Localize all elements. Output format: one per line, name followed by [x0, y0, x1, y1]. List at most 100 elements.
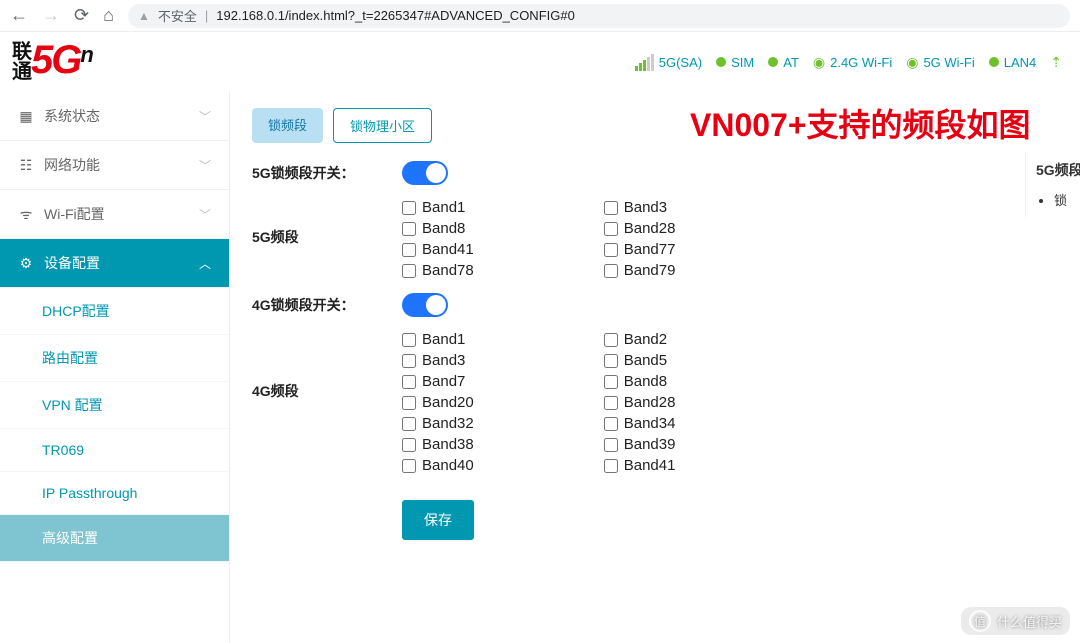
checkbox-input[interactable] [402, 354, 416, 368]
band-checkbox[interactable]: Band41 [402, 241, 474, 258]
sidebar-sub-ip-passthrough[interactable]: IP Passthrough [0, 472, 229, 515]
sidebar: ▦系统状态 ﹀ ☷网络功能 ﹀ ᯤWi-Fi配置 ﹀ ⚙设备配置 ︿ DHCP配… [0, 92, 230, 643]
chevron-down-icon: ﹀ [199, 108, 211, 125]
wifi-icon: ᯤ [18, 206, 34, 222]
sidebar-sub-advanced[interactable]: 高级配置 [0, 515, 229, 562]
checkbox-input[interactable] [604, 459, 618, 473]
back-icon[interactable]: ← [10, 5, 28, 26]
checkbox-input[interactable] [402, 243, 416, 257]
band-checkbox[interactable]: Band28 [604, 394, 676, 411]
band-checkbox[interactable]: Band39 [604, 436, 676, 453]
band-label: Band28 [624, 220, 676, 237]
wifi-icon: ◉ [906, 54, 918, 71]
sidebar-item-device-config[interactable]: ⚙设备配置 ︿ [0, 239, 229, 288]
band-checkbox[interactable]: Band3 [402, 352, 474, 369]
chevron-up-icon: ︿ [199, 255, 211, 272]
checkbox-input[interactable] [402, 264, 416, 278]
checkbox-input[interactable] [604, 222, 618, 236]
forward-icon[interactable]: → [42, 5, 60, 26]
band-checkbox[interactable]: Band77 [604, 241, 676, 258]
checkbox-input[interactable] [402, 201, 416, 215]
status-wifi5: ◉5G Wi-Fi [906, 54, 975, 71]
band-label: Band20 [422, 394, 474, 411]
band-label: Band32 [422, 415, 474, 432]
band-label: Band3 [624, 199, 667, 216]
band-label: Band8 [422, 220, 465, 237]
row-5g-bands: 5G频段 Band1Band8Band41Band78 Band3Band28B… [252, 199, 1058, 279]
watermark-text: 什么值得买 [997, 612, 1062, 631]
band-checkbox[interactable]: Band1 [402, 199, 474, 216]
home-icon[interactable]: ⌂ [103, 5, 114, 26]
status-sim-label: SIM [731, 55, 754, 70]
band-checkbox[interactable]: Band8 [604, 373, 676, 390]
checkbox-input[interactable] [604, 201, 618, 215]
status-lan-label: LAN4 [1004, 55, 1037, 70]
logo-5g-text: 5G [31, 42, 80, 78]
checkbox-input[interactable] [402, 459, 416, 473]
band-checkbox[interactable]: Band40 [402, 457, 474, 474]
checkbox-input[interactable] [604, 417, 618, 431]
tab-lock-band[interactable]: 锁频段 [252, 108, 323, 143]
checkbox-input[interactable] [604, 243, 618, 257]
logo: 联 通 5G n [12, 42, 94, 82]
dot-icon [768, 57, 778, 67]
sidebar-sub-tr069[interactable]: TR069 [0, 429, 229, 472]
band-label: Band41 [624, 457, 676, 474]
band-checkbox[interactable]: Band79 [604, 262, 676, 279]
sidebar-item-system-status[interactable]: ▦系统状态 ﹀ [0, 92, 229, 141]
checkbox-input[interactable] [402, 222, 416, 236]
side-info-heading: 5G频段 [1036, 160, 1080, 180]
toggle-5g-lock[interactable] [402, 161, 448, 185]
band-checkbox[interactable]: Band28 [604, 220, 676, 237]
band-label: Band8 [624, 373, 667, 390]
checkbox-input[interactable] [402, 396, 416, 410]
band-label: Band7 [422, 373, 465, 390]
sidebar-item-label: 网络功能 [44, 155, 100, 175]
sidebar-item-network[interactable]: ☷网络功能 ﹀ [0, 141, 229, 190]
checkbox-input[interactable] [604, 264, 618, 278]
logo-sup-text: n [80, 42, 93, 68]
checkbox-input[interactable] [604, 333, 618, 347]
band-checkbox[interactable]: Band41 [604, 457, 676, 474]
band-checkbox[interactable]: Band3 [604, 199, 676, 216]
band-checkbox[interactable]: Band78 [402, 262, 474, 279]
band-checkbox[interactable]: Band34 [604, 415, 676, 432]
sidebar-sub-route[interactable]: 路由配置 [0, 335, 229, 382]
sidebar-sub-vpn[interactable]: VPN 配置 [0, 382, 229, 429]
band-checkbox[interactable]: Band1 [402, 331, 474, 348]
address-bar[interactable]: ▲ 不安全 | 192.168.0.1/index.html?_t=226534… [128, 4, 1070, 28]
band-label: Band28 [624, 394, 676, 411]
checkbox-input[interactable] [402, 438, 416, 452]
checkbox-input[interactable] [604, 354, 618, 368]
checkbox-input[interactable] [402, 417, 416, 431]
main-content: 锁频段 锁物理小区 VN007+支持的频段如图 5G锁频段开关： 5G频段 Ba… [230, 92, 1080, 643]
checkbox-input[interactable] [604, 375, 618, 389]
row-4g-bands: 4G频段 Band1Band3Band7Band20Band32Band38Ba… [252, 331, 1058, 474]
checkbox-input[interactable] [402, 375, 416, 389]
uplink-icon: ⇡ [1050, 54, 1062, 71]
band-checkbox[interactable]: Band2 [604, 331, 676, 348]
band-checkbox[interactable]: Band8 [402, 220, 474, 237]
band-checkbox[interactable]: Band20 [402, 394, 474, 411]
band-label: Band2 [624, 331, 667, 348]
sidebar-item-wifi[interactable]: ᯤWi-Fi配置 ﹀ [0, 190, 229, 239]
dot-icon [716, 57, 726, 67]
sidebar-sub-dhcp[interactable]: DHCP配置 [0, 288, 229, 335]
checkbox-input[interactable] [402, 333, 416, 347]
band-checkbox[interactable]: Band5 [604, 352, 676, 369]
checkbox-input[interactable] [604, 396, 618, 410]
save-button[interactable]: 保存 [402, 500, 474, 540]
status-lan: LAN4 [989, 55, 1037, 70]
tab-lock-cell[interactable]: 锁物理小区 [333, 108, 432, 143]
band-checkbox[interactable]: Band32 [402, 415, 474, 432]
toggle-4g-lock[interactable] [402, 293, 448, 317]
row-5g-toggle: 5G锁频段开关： [252, 161, 1058, 185]
side-info-bullet: 锁 [1054, 190, 1080, 209]
band-checkbox[interactable]: Band38 [402, 436, 474, 453]
status-wifi24-label: 2.4G Wi-Fi [830, 55, 892, 70]
checkbox-input[interactable] [604, 438, 618, 452]
reload-icon[interactable]: ⟳ [74, 5, 89, 26]
band-checkbox[interactable]: Band7 [402, 373, 474, 390]
bands-5g-col2: Band3 Band28 Band77 Band79 [604, 199, 676, 279]
watermark-icon: 值 [969, 610, 991, 632]
